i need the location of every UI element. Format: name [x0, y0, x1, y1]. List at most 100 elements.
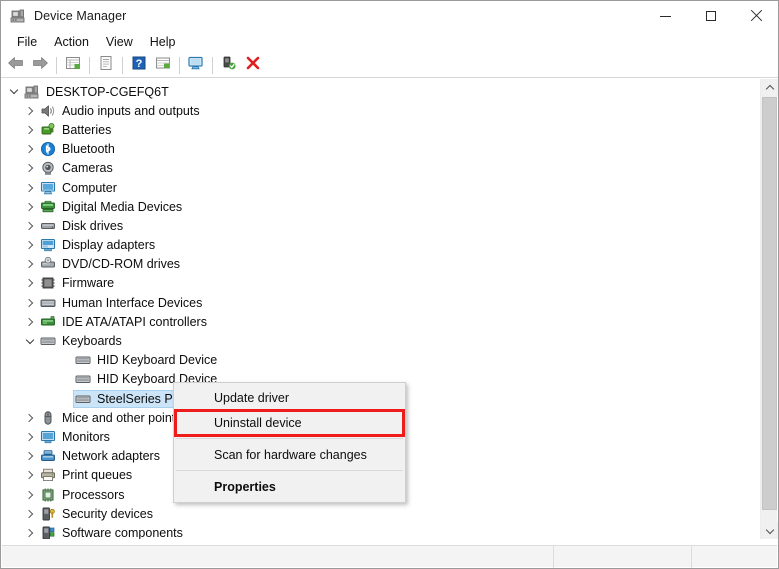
tree-node-label: Human Interface Devices	[62, 295, 203, 310]
status-pane-main	[2, 545, 554, 568]
chevron-right-icon[interactable]	[22, 485, 38, 504]
chevron-down-icon[interactable]	[6, 82, 22, 101]
tree-node-label: Network adapters	[62, 449, 160, 464]
chevron-right-icon[interactable]	[22, 120, 38, 139]
menu-view[interactable]: View	[98, 33, 142, 51]
tree-node[interactable]: Batteries	[2, 120, 760, 139]
tree-node[interactable]: Software components	[2, 523, 760, 539]
chevron-right-icon[interactable]	[22, 408, 38, 427]
tree-node-label: Computer	[62, 180, 117, 195]
tree-node[interactable]: Disk drives	[2, 216, 760, 235]
tree-node[interactable]: Audio inputs and outputs	[2, 101, 760, 120]
computer-icon	[40, 180, 56, 196]
toolbar-separator	[122, 56, 123, 74]
show-hide-tree-button[interactable]	[61, 54, 85, 76]
tree-node-label: Disk drives	[62, 218, 124, 233]
scroll-up-button[interactable]	[761, 79, 778, 96]
chevron-right-icon[interactable]	[22, 178, 38, 197]
maximize-icon	[705, 11, 716, 21]
context-menu-item-uninstall-device[interactable]: Uninstall device	[174, 410, 405, 435]
tree-node-content: DVD/CD-ROM drives	[38, 255, 184, 273]
chevron-right-icon[interactable]	[22, 140, 38, 159]
update-driver-button[interactable]	[217, 54, 241, 76]
chevron-right-icon[interactable]	[22, 274, 38, 293]
chevron-right-icon[interactable]	[22, 312, 38, 331]
list-view-button[interactable]	[151, 54, 175, 76]
back-button[interactable]	[4, 54, 28, 76]
tree-node-content: Display adapters	[38, 236, 159, 254]
maximize-button[interactable]	[688, 1, 733, 31]
context-menu-separator	[176, 438, 403, 439]
minimize-button[interactable]	[643, 1, 688, 31]
scroll-down-button[interactable]	[761, 522, 778, 539]
tree-node[interactable]: DVD/CD-ROM drives	[2, 255, 760, 274]
mouse-icon	[40, 410, 56, 426]
properties-button[interactable]	[94, 54, 118, 76]
tree-node[interactable]: Firmware	[2, 274, 760, 293]
battery-icon	[40, 122, 56, 138]
window-controls	[643, 1, 778, 31]
tree-node[interactable]: Cameras	[2, 159, 760, 178]
tree-node[interactable]: Bluetooth	[2, 140, 760, 159]
tree-node[interactable]: Computer	[2, 178, 760, 197]
scrollbar-thumb[interactable]	[762, 97, 777, 510]
chevron-right-icon[interactable]	[22, 197, 38, 216]
list-view-icon	[155, 55, 171, 76]
chevron-right-icon[interactable]	[22, 427, 38, 446]
context-menu-item-properties[interactable]: Properties	[174, 474, 405, 499]
tree-node-content: Monitors	[38, 428, 114, 446]
uninstall-device-button[interactable]	[241, 54, 265, 76]
chevron-right-icon[interactable]	[22, 504, 38, 523]
menu-help[interactable]: Help	[142, 33, 185, 51]
toolbar-separator	[89, 56, 90, 74]
update-driver-icon	[221, 55, 237, 76]
chevron-right-icon[interactable]	[22, 159, 38, 178]
vertical-scrollbar[interactable]	[760, 79, 778, 539]
tree-node-root[interactable]: DESKTOP-CGEFQ6T	[2, 82, 760, 101]
tree-node-content: Audio inputs and outputs	[38, 102, 204, 120]
tree-node-label: Monitors	[62, 429, 110, 444]
toolbar-separator	[56, 56, 57, 74]
forward-button[interactable]	[28, 54, 52, 76]
media-device-icon	[40, 199, 56, 215]
help-button[interactable]: ?	[127, 54, 151, 76]
device-manager-icon	[10, 8, 26, 24]
tree-node[interactable]: Keyboards	[2, 331, 760, 350]
chevron-right-icon[interactable]	[22, 236, 38, 255]
chevron-right-icon[interactable]	[22, 216, 38, 235]
tree-node-content: Keyboards	[38, 332, 126, 350]
menu-action[interactable]: Action	[46, 33, 98, 51]
status-bar	[2, 545, 777, 568]
tree-node[interactable]: IDE ATA/ATAPI controllers	[2, 312, 760, 331]
properties-icon	[98, 55, 114, 76]
printer-icon	[40, 467, 56, 483]
tree-node[interactable]: HID Keyboard Device	[2, 351, 760, 370]
tree-node[interactable]: Display adapters	[2, 236, 760, 255]
scan-hardware-changes-button[interactable]	[184, 54, 208, 76]
tree-node[interactable]: Digital Media Devices	[2, 197, 760, 216]
menu-file[interactable]: File	[9, 33, 46, 51]
close-button[interactable]	[733, 1, 778, 31]
tree-node[interactable]: Human Interface Devices	[2, 293, 760, 312]
hid-icon	[40, 295, 56, 311]
keyboard-icon	[75, 371, 91, 387]
tree-node-content: Bluetooth	[38, 140, 119, 158]
context-menu-item-update-driver[interactable]: Update driver	[174, 385, 405, 410]
toolbar: ?	[1, 53, 778, 78]
status-pane-tertiary	[692, 546, 777, 568]
tree-node-label: Software components	[62, 525, 183, 539]
context-menu-separator	[176, 470, 403, 471]
chevron-right-icon[interactable]	[22, 101, 38, 120]
tree-node-content: Security devices	[38, 505, 157, 523]
chevron-down-icon[interactable]	[22, 332, 38, 351]
keyboard-icon	[75, 352, 91, 368]
chevron-right-icon[interactable]	[22, 293, 38, 312]
software-component-icon	[40, 525, 56, 539]
chevron-right-icon[interactable]	[22, 523, 38, 539]
chevron-right-icon[interactable]	[22, 466, 38, 485]
tree-node[interactable]: Security devices	[2, 504, 760, 523]
context-menu-item-scan-for-hardware-changes[interactable]: Scan for hardware changes	[174, 442, 405, 467]
chevron-right-icon[interactable]	[22, 255, 38, 274]
chevron-right-icon[interactable]	[22, 447, 38, 466]
device-manager-window: Device Manager File Action View Help ? D…	[0, 0, 779, 569]
